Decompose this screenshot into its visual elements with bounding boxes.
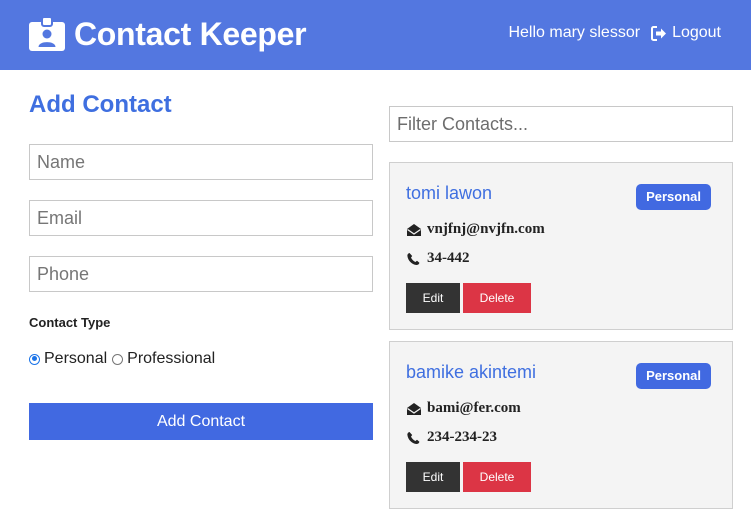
radio-personal-label: Personal	[44, 350, 108, 367]
add-contact-button[interactable]: Add Contact	[29, 403, 373, 440]
radio-professional[interactable]	[112, 353, 124, 365]
contact-email: vnjfnj@nvjfn.com	[406, 221, 545, 238]
contact-card: tomi lawon Personal vnjfnj@nvjfn.com 34-…	[389, 162, 733, 330]
add-contact-form: Add Contact Contact Type Personal Profes…	[29, 88, 373, 440]
filter-input[interactable]	[389, 106, 733, 142]
logout-label: Logout	[672, 24, 721, 41]
contact-type-badge: Personal	[636, 184, 711, 210]
phone-icon	[407, 431, 420, 444]
navbar: Contact Keeper Hello mary slessor Logout	[0, 0, 751, 70]
contact-type-label: Contact Type	[29, 315, 111, 330]
brand[interactable]: Contact Keeper	[29, 14, 307, 54]
radio-personal[interactable]	[29, 353, 40, 365]
envelope-open-icon	[407, 402, 421, 415]
edit-button[interactable]: Edit	[406, 462, 460, 492]
radio-professional-label: Professional	[127, 350, 216, 367]
phone-input[interactable]	[29, 256, 373, 292]
email-input[interactable]	[29, 200, 373, 236]
sign-out-icon	[651, 25, 667, 41]
contact-email-text: bami@fer.com	[427, 400, 521, 416]
contact-name: bamike akintemi	[406, 362, 537, 382]
edit-button[interactable]: Edit	[406, 283, 460, 313]
delete-button[interactable]: Delete	[463, 283, 531, 313]
user-greeting: Hello mary slessor	[508, 24, 641, 41]
logout-link[interactable]: Logout	[651, 24, 721, 42]
delete-button[interactable]: Delete	[463, 462, 531, 492]
contact-card: bamike akintemi Personal bami@fer.com 23…	[389, 341, 733, 509]
contact-email: bami@fer.com	[406, 400, 521, 417]
contact-type-badge: Personal	[636, 363, 711, 389]
envelope-open-icon	[407, 223, 421, 236]
contact-phone: 34-442	[406, 250, 470, 267]
contacts-column: tomi lawon Personal vnjfnj@nvjfn.com 34-…	[389, 106, 733, 509]
contact-name: tomi lawon	[406, 183, 493, 203]
phone-icon	[407, 252, 420, 265]
contact-email-text: vnjfnj@nvjfn.com	[427, 221, 545, 237]
contact-phone-text: 34-442	[427, 250, 470, 266]
app-title: Contact Keeper	[74, 16, 307, 52]
contact-phone-text: 234-234-23	[427, 429, 497, 445]
contact-phone: 234-234-23	[406, 429, 497, 446]
contact-type-group: Personal Professional	[29, 350, 220, 368]
id-badge-icon	[29, 17, 65, 51]
form-heading: Add Contact	[29, 91, 172, 118]
name-input[interactable]	[29, 144, 373, 180]
nav-right: Hello mary slessor Logout	[508, 24, 721, 42]
